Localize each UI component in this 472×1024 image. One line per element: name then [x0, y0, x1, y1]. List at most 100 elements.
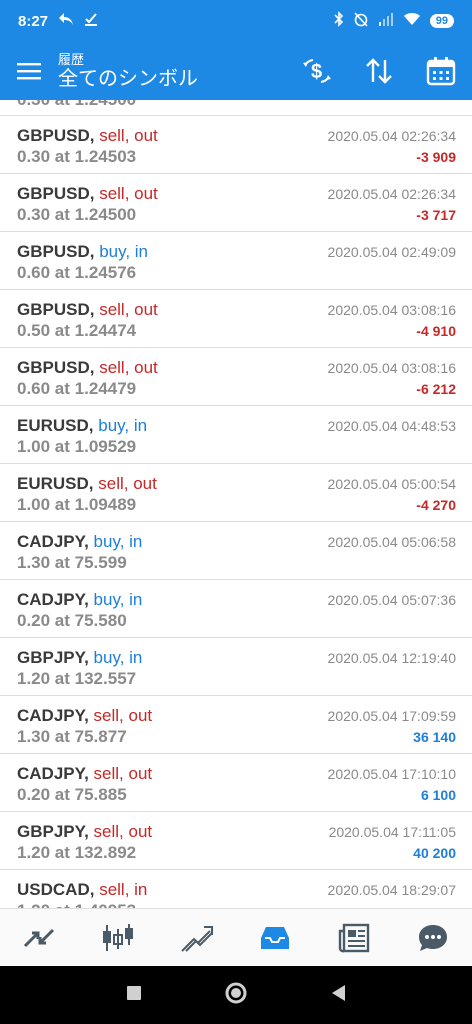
deal-separator: , — [84, 706, 94, 725]
deal-volume-price: 1.20 at 1.40953 — [17, 901, 136, 908]
deal-title: EURUSD, sell, out — [17, 474, 157, 494]
system-navigation-bar — [0, 966, 472, 1024]
list-item[interactable]: CADJPY, buy, in 0.20 at 75.580 2020.05.04 … — [0, 580, 472, 638]
deal-time: 2020.05.04 03:08:16 — [327, 302, 456, 318]
home-button[interactable] — [224, 981, 248, 1010]
list-item[interactable]: CADJPY, buy, in 1.30 at 75.599 2020.05.04 … — [0, 522, 472, 580]
list-item[interactable]: GBPUSD, sell, out 0.60 at 1.24479 2020.05.… — [0, 348, 472, 406]
list-item[interactable]: CADJPY, sell, out 1.30 at 75.877 2020.05.0… — [0, 696, 472, 754]
deal-separator: , — [89, 300, 100, 319]
deal-symbol: EURUSD — [17, 416, 89, 435]
list-item[interactable]: GBPJPY, sell, out 1.20 at 132.892 2020.05.… — [0, 812, 472, 870]
svg-text:$: $ — [311, 61, 322, 83]
deal-separator: , — [89, 358, 100, 377]
deal-profit: -3 909 — [416, 149, 456, 165]
app-bar: 履歴 全てのシンボル $ — [0, 42, 472, 100]
list-item[interactable]: EURUSD, sell, out 1.00 at 1.09489 2020.05.… — [0, 464, 472, 522]
list-item[interactable]: CADJPY, sell, out 0.20 at 75.885 2020.05.0… — [0, 754, 472, 812]
deal-symbol: GBPUSD — [17, 358, 90, 377]
deal-title: CADJPY, sell, out — [17, 706, 152, 726]
deal-volume-price: 0.60 at 1.24479 — [17, 379, 137, 398]
deal-volume-price: 1.00 at 1.09529 — [17, 437, 137, 456]
list-item[interactable]: GBPUSD, sell, out 0.30 at 1.24500 2020.05.… — [0, 174, 472, 232]
deal-title: CADJPY, buy, in — [17, 590, 142, 610]
nav-chat[interactable] — [409, 914, 457, 962]
nav-trade[interactable] — [173, 914, 221, 962]
deal-symbol: CADJPY — [17, 706, 85, 725]
triangle-back-icon — [332, 984, 345, 1001]
news-icon — [338, 923, 370, 952]
deal-profit: -4 910 — [416, 323, 456, 339]
nav-news[interactable] — [330, 914, 378, 962]
deal-time: 2020.05.04 02:26:34 — [327, 186, 456, 202]
deal-title: GBPUSD, buy, in — [17, 242, 148, 262]
currency-toggle-button[interactable]: $ — [300, 54, 334, 88]
deal-separator: , — [84, 590, 94, 609]
deal-title: EURUSD, buy, in — [17, 416, 147, 436]
deal-time: 2020.05.04 12:19:40 — [327, 650, 456, 666]
quotes-icon — [24, 928, 55, 947]
deal-volume-price: 1.30 at 75.599 — [17, 553, 127, 572]
deal-separator: , — [88, 416, 99, 435]
alarm-off-icon — [353, 11, 369, 31]
deal-direction: buy, in — [99, 242, 149, 261]
deal-time: 2020.05.04 05:00:54 — [327, 476, 456, 492]
deal-direction: sell, out — [98, 474, 157, 493]
nav-quotes[interactable] — [15, 914, 63, 962]
deal-volume-price: 0.60 at 1.24576 — [17, 263, 137, 282]
deals-list[interactable]: 0.30 at 1.24500 GBPUSD, sell, out0.30 at… — [0, 100, 472, 908]
deal-volume-price: 1.20 at 132.892 — [17, 843, 137, 862]
sort-icon — [366, 58, 392, 84]
deal-title: GBPJPY, sell, out — [17, 822, 152, 842]
deal-separator: , — [84, 532, 94, 551]
list-item[interactable]: GBPUSD, buy, in 0.60 at 1.24576 2020.05.04… — [0, 232, 472, 290]
signal-icon — [378, 12, 394, 30]
menu-button[interactable] — [0, 42, 58, 100]
deal-volume-price: 1.30 at 75.877 — [17, 727, 127, 746]
deal-symbol: USDCAD — [17, 880, 90, 899]
nav-history[interactable] — [251, 914, 299, 962]
deal-separator: , — [88, 474, 99, 493]
deal-title: USDCAD, sell, in — [17, 880, 147, 900]
sort-button[interactable] — [362, 54, 396, 88]
list-item[interactable]: GBPUSD, sell, out 0.50 at 1.24474 2020.05.… — [0, 290, 472, 348]
list-item[interactable]: USDCAD, sell, in1.20 at 1.409532020.05.0… — [0, 870, 472, 908]
deal-symbol: CADJPY — [17, 590, 85, 609]
deal-direction: sell, out — [99, 300, 158, 319]
list-item[interactable]: GBPJPY, buy, in 1.20 at 132.557 2020.05.04… — [0, 638, 472, 696]
list-item[interactable]: EURUSD, buy, in 1.00 at 1.09529 2020.05.04… — [0, 406, 472, 464]
list-item-partial[interactable]: 0.30 at 1.24500 — [0, 100, 472, 116]
deal-profit: 36 140 — [413, 729, 456, 745]
header-titles[interactable]: 履歴 全てのシンボル — [58, 52, 198, 91]
deal-direction: sell, out — [93, 764, 153, 783]
history-icon — [261, 926, 290, 949]
bottom-navigation — [0, 908, 472, 966]
deal-direction: buy, in — [93, 532, 143, 551]
recents-button[interactable] — [126, 985, 142, 1006]
status-bar: 8:27 99 — [0, 0, 472, 42]
deal-title: CADJPY, buy, in — [17, 532, 142, 552]
battery-indicator: 99 — [429, 14, 454, 28]
deal-title: GBPJPY, buy, in — [17, 648, 142, 668]
deal-title: CADJPY, sell, out — [17, 764, 152, 784]
deal-volume-price: 0.50 at 1.24474 — [17, 321, 137, 340]
deal-separator: , — [89, 880, 100, 899]
deal-symbol: GBPUSD — [17, 242, 90, 261]
deal-volume-price: 1.20 at 132.557 — [17, 669, 137, 688]
deal-separator: , — [89, 184, 100, 203]
page-subtitle: 履歴 — [58, 51, 85, 67]
deal-separator: , — [84, 822, 94, 841]
deal-direction: buy, in — [93, 590, 143, 609]
check-icon — [84, 12, 98, 30]
date-filter-button[interactable] — [424, 54, 458, 88]
back-button[interactable] — [330, 984, 346, 1007]
nav-chart[interactable] — [94, 914, 142, 962]
list-item[interactable]: GBPUSD, sell, out 0.30 at 1.24503 2020.05.… — [0, 116, 472, 174]
deal-title: GBPUSD, sell, out — [17, 184, 158, 204]
deal-profit: -4 270 — [416, 497, 456, 513]
deal-direction: buy, in — [93, 648, 143, 667]
deal-time: 2020.05.04 05:07:36 — [327, 592, 456, 608]
reply-icon — [58, 12, 74, 30]
deal-direction: sell, out — [99, 358, 158, 377]
hamburger-icon — [17, 63, 41, 80]
